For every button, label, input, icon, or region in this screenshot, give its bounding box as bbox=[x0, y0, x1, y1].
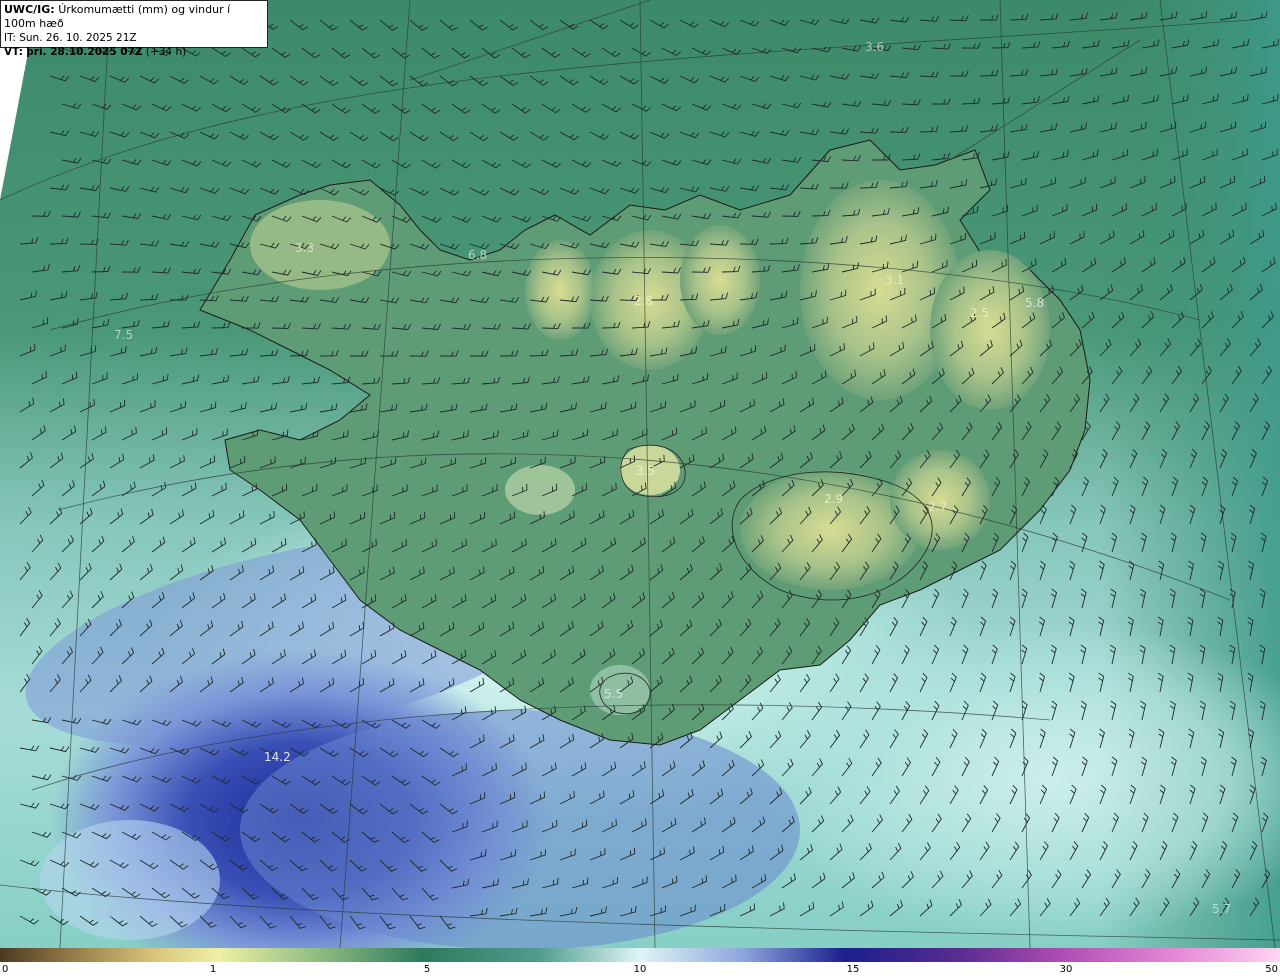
colorbar-tick: 5 bbox=[423, 964, 431, 975]
colorbar-tick: 15 bbox=[846, 964, 860, 975]
value-label: 5.8 bbox=[1025, 296, 1044, 310]
value-label: 2.8 bbox=[634, 294, 653, 308]
valid-time-prefix: VT: bbox=[4, 46, 23, 58]
colorbar-ticks: 0 1 5 10 15 30 50 bbox=[0, 962, 1280, 978]
value-label: 14.2 bbox=[264, 750, 291, 764]
value-label: 6.8 bbox=[468, 248, 487, 262]
valid-time: þri. 28.10.2025 07Z bbox=[26, 46, 143, 58]
product-code: UWC/IG: bbox=[4, 3, 55, 16]
forecast-offset: (+34 h) bbox=[145, 46, 187, 58]
colorbar-tick: 0 bbox=[2, 964, 9, 975]
value-label: 3.6 bbox=[865, 40, 884, 54]
value-label: 5.7 bbox=[1212, 902, 1231, 916]
value-label: 7.5 bbox=[114, 328, 133, 342]
valid-time-line: VT: þri. 28.10.2025 07Z (+34 h) bbox=[4, 45, 264, 59]
value-label: 2.9 bbox=[824, 492, 843, 506]
colorbar-tick: 50 bbox=[1265, 964, 1278, 975]
map-info-box: UWC/IG: Úrkomumætti (mm) og vindur í 100… bbox=[0, 0, 268, 58]
value-label: 3.3 bbox=[295, 241, 314, 255]
value-label: 2.5 bbox=[970, 306, 989, 320]
value-label: 3.5 bbox=[636, 464, 655, 478]
colorbar-tick: 10 bbox=[633, 964, 647, 975]
init-time: IT: Sun. 26. 10. 2025 21Z bbox=[4, 32, 137, 44]
colorbar-tick: 1 bbox=[209, 964, 217, 975]
colorbar-tick: 30 bbox=[1059, 964, 1073, 975]
value-label: 3.1 bbox=[885, 273, 904, 287]
precipitation-wind-map: 3.6 3.3 6.8 7.5 2.8 3.1 2.5 5.8 3.5 2.9 … bbox=[0, 0, 1280, 948]
title-line: UWC/IG: Úrkomumætti (mm) og vindur í 100… bbox=[4, 3, 264, 31]
value-label: 2.7 bbox=[928, 500, 947, 514]
value-label: 5.5 bbox=[604, 687, 623, 701]
value-label: 9.3 bbox=[94, 907, 113, 921]
colorbar bbox=[0, 948, 1280, 962]
